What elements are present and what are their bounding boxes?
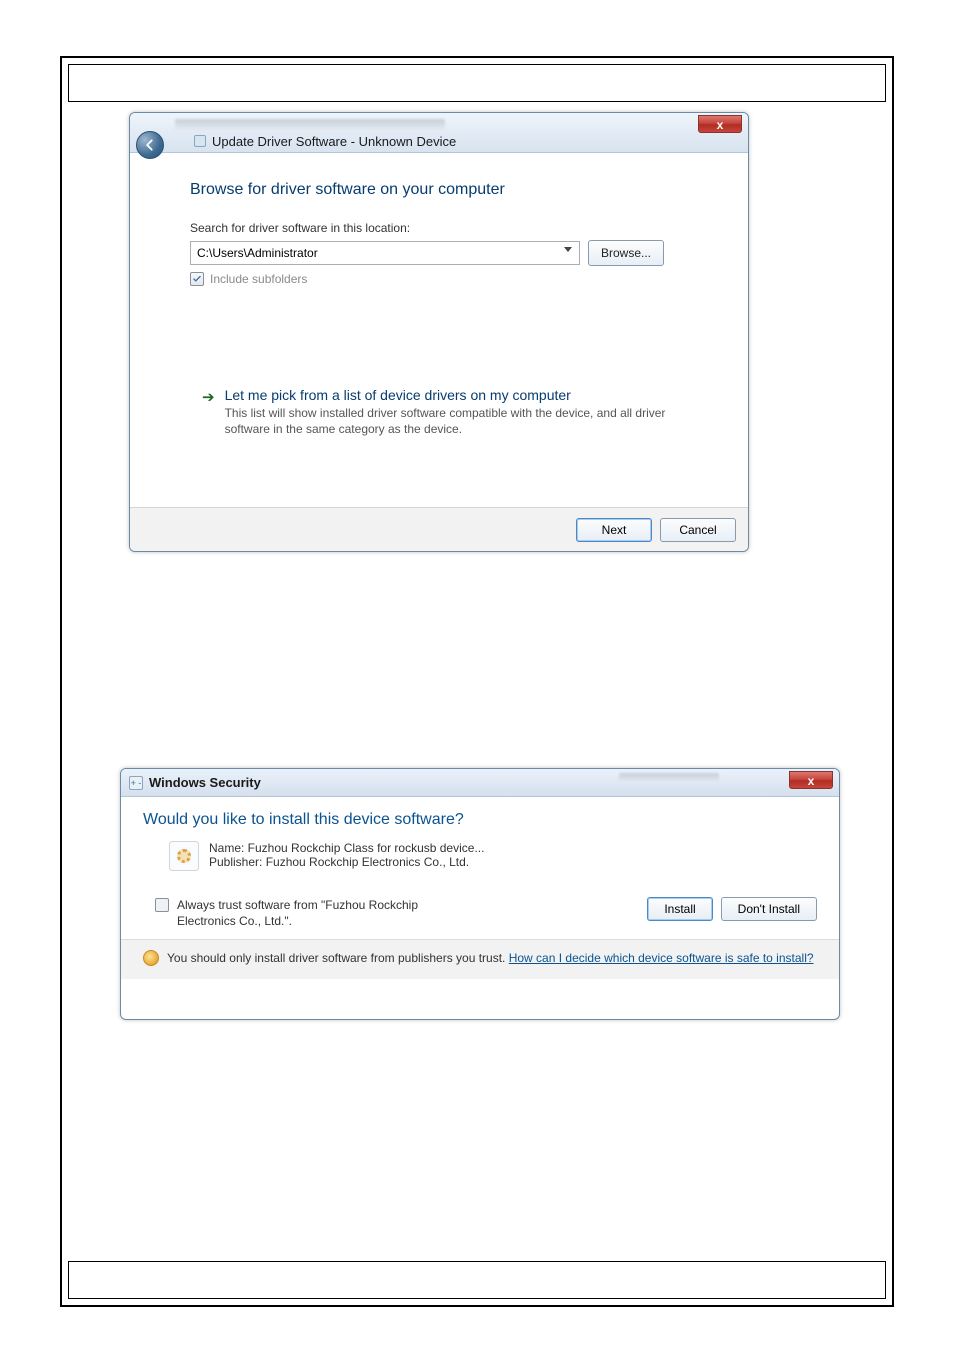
path-input[interactable] — [190, 241, 580, 265]
cancel-button[interactable]: Cancel — [660, 518, 736, 542]
arrow-right-icon: ➔ — [202, 388, 215, 437]
search-location-label: Search for driver software in this locat… — [190, 221, 410, 235]
body-heading: Browse for driver software on your compu… — [190, 181, 505, 199]
device-publisher: Publisher: Fuzhou Rockchip Electronics C… — [209, 855, 484, 869]
check-icon — [192, 274, 202, 284]
update-driver-dialog: Update Driver Software - Unknown Device … — [129, 112, 749, 552]
dialog-title: Windows Security — [149, 775, 261, 790]
warning-text: You should only install driver software … — [167, 951, 509, 965]
dialog-footer: Next Cancel — [130, 507, 748, 551]
dialog-footer: You should only install driver software … — [121, 939, 839, 978]
parent-title-blurred — [619, 773, 719, 783]
security-warning: You should only install driver software … — [167, 950, 814, 966]
always-trust-label: Always trust software from "Fuzhou Rockc… — [177, 897, 477, 929]
option-title: Let me pick from a list of device driver… — [225, 387, 672, 403]
back-button[interactable] — [136, 131, 164, 159]
install-button[interactable]: Install — [647, 897, 712, 921]
gear-icon — [177, 849, 191, 863]
close-button[interactable]: x — [698, 115, 742, 133]
parent-title-blurred — [175, 119, 445, 131]
browse-button[interactable]: Browse... — [588, 240, 664, 266]
arrow-left-icon — [143, 138, 157, 152]
help-link[interactable]: How can I decide which device software i… — [509, 951, 814, 965]
windows-security-dialog: + - Windows Security x Would you like to… — [120, 768, 840, 1020]
device-name: Name: Fuzhou Rockchip Class for rockusb … — [209, 841, 484, 855]
device-icon — [169, 841, 199, 871]
wizard-icon — [194, 135, 206, 147]
close-button[interactable]: x — [789, 771, 833, 789]
page-header-placeholder — [68, 64, 886, 102]
dont-install-button[interactable]: Don't Install — [721, 897, 817, 921]
include-subfolders-checkbox[interactable] — [190, 272, 204, 286]
always-trust-checkbox[interactable] — [155, 898, 169, 912]
dialog-chrome: Update Driver Software - Unknown Device … — [130, 113, 748, 153]
dialog-titlebar: + - Windows Security x — [121, 769, 839, 797]
body-heading: Would you like to install this device so… — [143, 811, 817, 829]
page-footer-placeholder — [68, 1261, 886, 1299]
close-icon: x — [717, 118, 724, 132]
dialog-title: Update Driver Software - Unknown Device — [212, 134, 456, 149]
close-icon: x — [808, 774, 815, 788]
system-icon: + - — [129, 776, 143, 790]
shield-icon — [143, 950, 159, 966]
dialog-body: Browse for driver software on your compu… — [140, 159, 738, 507]
next-button[interactable]: Next — [576, 518, 652, 542]
dialog-body: Would you like to install this device so… — [121, 797, 839, 939]
option-description: This list will show installed driver sof… — [225, 406, 672, 437]
pick-from-list-option[interactable]: ➔ Let me pick from a list of device driv… — [202, 387, 672, 437]
include-subfolders-label: Include subfolders — [210, 272, 307, 286]
